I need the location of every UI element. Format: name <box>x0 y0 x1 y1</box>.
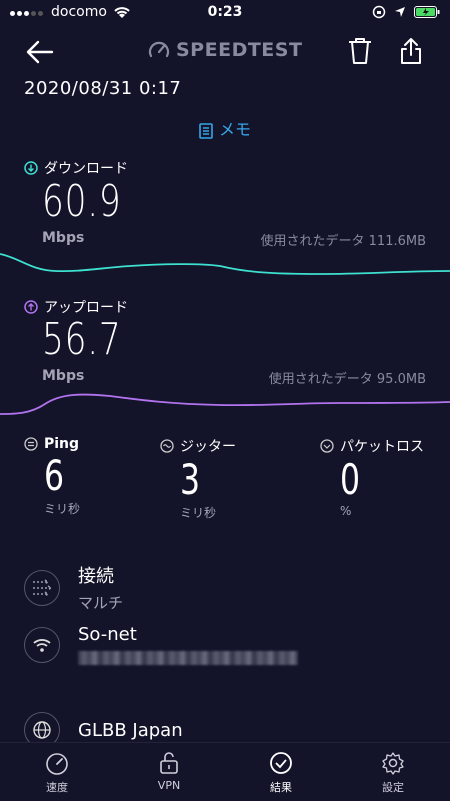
tab-results-label: 結果 <box>270 781 292 794</box>
download-value: 60.9 <box>42 176 122 227</box>
tab-speed-label: 速度 <box>46 781 68 794</box>
connection-type: マルチ <box>78 594 124 612</box>
trash-icon[interactable] <box>346 36 374 66</box>
lock-icon <box>160 752 178 774</box>
check-circle-icon <box>270 752 292 774</box>
provider-name: So-net <box>78 624 137 645</box>
memo-label: メモ <box>218 120 251 139</box>
tab-bar: 速度 VPN 結果 設定 <box>0 742 450 801</box>
status-bar: docomo 0:23 <box>0 0 450 26</box>
jitter-label: ジッター <box>180 439 236 455</box>
tab-vpn[interactable]: VPN <box>134 751 204 792</box>
download-title: ダウンロード <box>24 158 128 178</box>
ping-label: Ping <box>44 436 80 452</box>
tab-speed[interactable]: 速度 <box>22 751 92 795</box>
tab-results[interactable]: 結果 <box>246 751 316 795</box>
upload-icon <box>24 300 38 314</box>
packet-loss-icon <box>320 439 334 453</box>
logo-text: SPEEDTEST <box>176 39 303 61</box>
tab-vpn-label: VPN <box>157 779 181 792</box>
jitter-unit: ミリ秒 <box>180 506 217 520</box>
upload-graph <box>0 393 450 415</box>
multi-connection-icon <box>24 569 60 606</box>
gear-icon <box>382 752 404 775</box>
tab-settings[interactable]: 設定 <box>358 751 428 795</box>
download-graph <box>0 253 450 275</box>
rotation-lock-icon <box>372 5 386 19</box>
ping-stat: Ping 6 ミリ秒 <box>24 436 80 517</box>
ping-unit: ミリ秒 <box>44 502 81 516</box>
upload-value: 56.7 <box>42 314 122 365</box>
app-header: SPEEDTEST <box>0 34 450 70</box>
speed-gauge-icon <box>148 41 170 58</box>
download-label: ダウンロード <box>44 161 128 177</box>
jitter-icon <box>160 439 174 453</box>
packet-loss-stat: パケットロス 0 % <box>320 436 424 518</box>
memo-button[interactable]: メモ <box>0 116 450 140</box>
connection-title: 接続 <box>78 566 114 587</box>
connection-row: 接続 マルチ <box>24 562 123 613</box>
ping-icon <box>24 437 38 451</box>
jitter-value: 3 <box>180 455 201 504</box>
tab-settings-label: 設定 <box>382 781 404 794</box>
wifi-provider-icon <box>24 626 60 663</box>
location-icon <box>395 7 405 17</box>
share-icon[interactable] <box>398 36 424 66</box>
packet-loss-unit: % <box>340 504 352 518</box>
speedtest-logo: SPEEDTEST <box>148 39 302 61</box>
note-icon <box>199 122 213 139</box>
upload-unit: Mbps <box>42 368 85 384</box>
packet-loss-value: 0 <box>340 455 361 504</box>
back-arrow-icon[interactable] <box>24 36 56 68</box>
redacted-ip <box>78 651 298 665</box>
download-icon <box>24 161 38 175</box>
speed-gauge-icon <box>46 753 68 775</box>
jitter-stat: ジッター 3 ミリ秒 <box>160 436 236 521</box>
server-name: GLBB Japan <box>78 719 183 741</box>
result-date: 2020/08/31 0:17 <box>24 78 182 99</box>
provider-row: So-net <box>24 624 298 665</box>
ping-value: 6 <box>44 451 65 500</box>
battery-icon <box>414 6 440 18</box>
packet-loss-label: パケットロス <box>340 439 424 455</box>
